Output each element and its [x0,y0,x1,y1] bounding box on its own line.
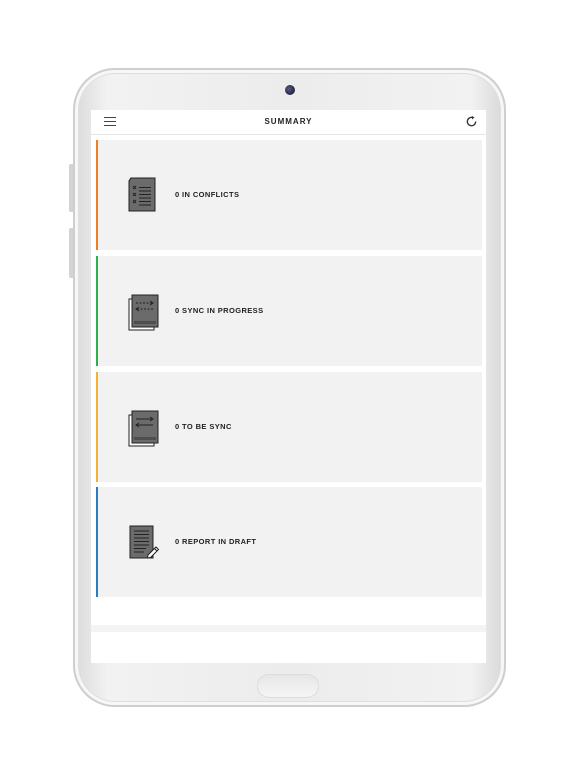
conflicts-label: 0 IN CONFLICTS [175,190,240,199]
report-draft-label: 0 REPORT IN DRAFT [175,537,257,546]
to-be-synced-label: 0 TO BE SYNC [175,422,232,431]
report-draft-card[interactable]: 0 REPORT IN DRAFT [96,487,482,597]
report-draft-icon [129,525,160,559]
footer-divider [91,625,486,632]
refresh-icon[interactable] [465,115,478,128]
front-camera [285,85,295,95]
page-title: SUMMARY [264,117,313,126]
app-header: SUMMARY [91,110,486,135]
sync-in-progress-label: 0 SYNC IN PROGRESS [175,306,264,315]
sync-in-progress-card[interactable]: 0 SYNC IN PROGRESS [96,256,482,366]
home-button[interactable] [257,674,319,698]
sync-in-progress-icon [128,294,159,331]
volume-down-button [69,228,73,278]
volume-up-button [69,164,73,212]
app-screen: SUMMARY 0 IN CONFLICTS 0 SYNC IN PROGRES… [91,110,486,663]
conflicts-document-icon [128,177,156,212]
to-be-synced-card[interactable]: 0 TO BE SYNC [96,372,482,482]
conflicts-card[interactable]: 0 IN CONFLICTS [96,140,482,250]
to-be-synced-icon [128,410,159,447]
